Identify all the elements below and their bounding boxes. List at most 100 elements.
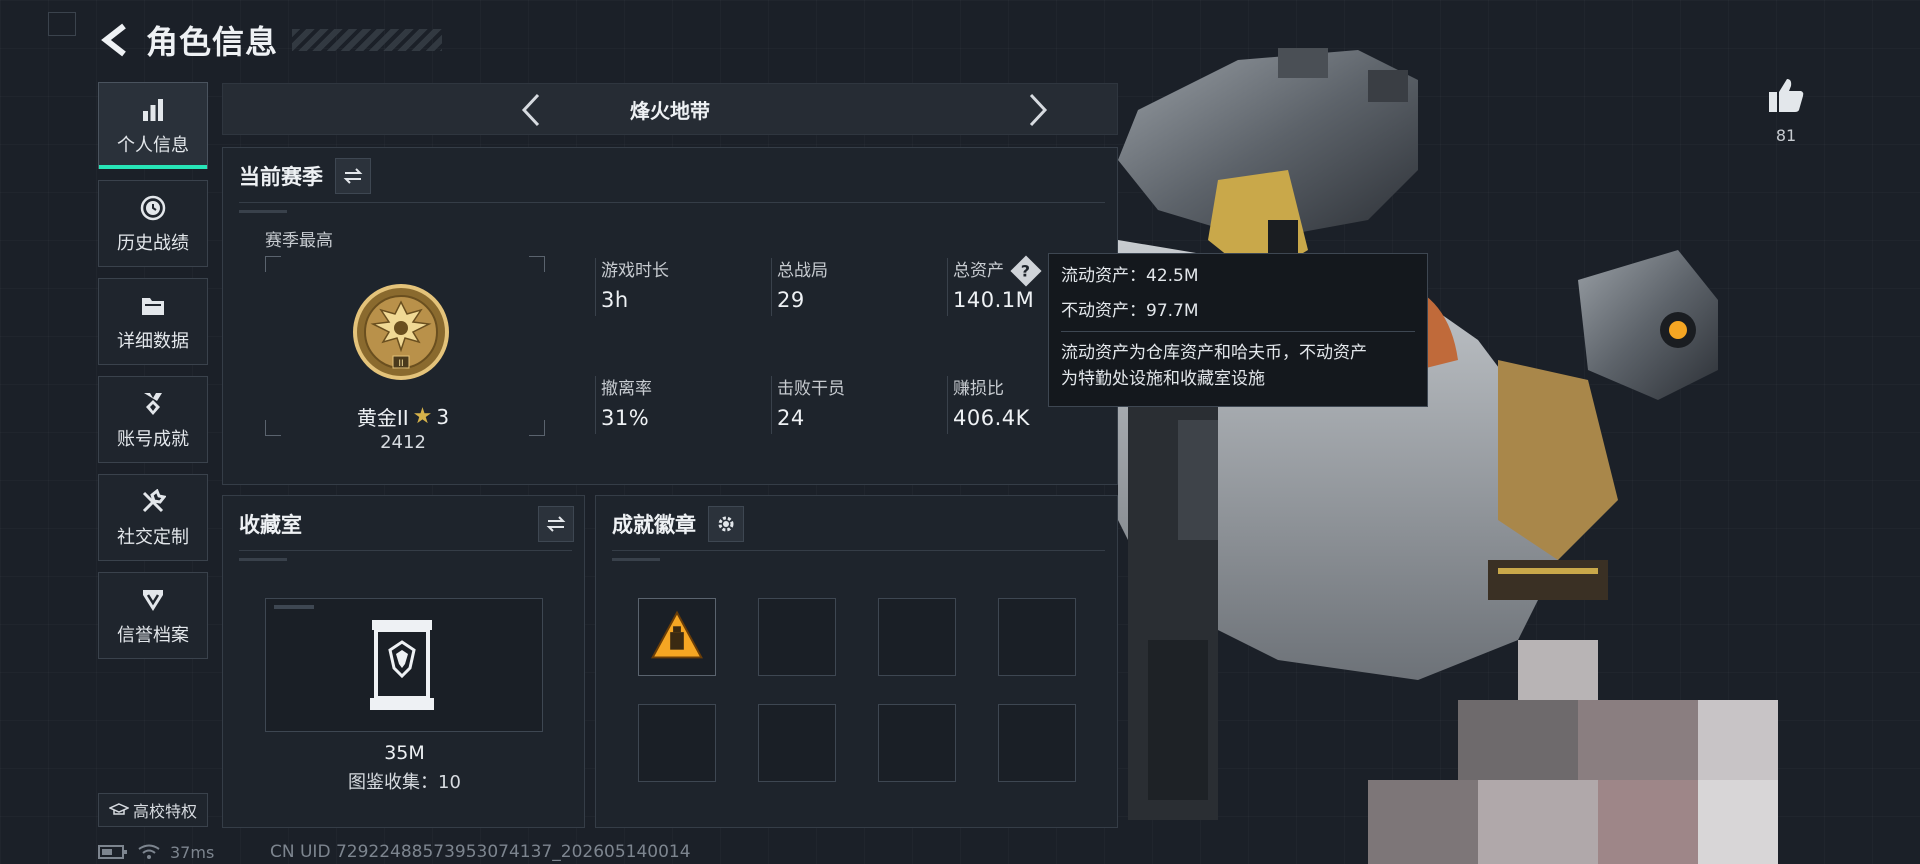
badge-slot-5[interactable] — [638, 704, 716, 782]
badge-slot-2[interactable] — [758, 598, 836, 676]
badge-slot-8[interactable] — [998, 704, 1076, 782]
sidebar-item-detailed-data[interactable]: 详细数据 — [98, 278, 208, 365]
sidebar-item-match-history[interactable]: 历史战绩 — [98, 180, 208, 267]
badge-slot-3[interactable] — [878, 598, 956, 676]
sidebar-item-social-custom[interactable]: 社交定制 — [98, 474, 208, 561]
network-status: 37ms — [98, 842, 214, 862]
folder-icon — [138, 291, 168, 321]
page-title: 角色信息 — [146, 23, 279, 61]
stat-play-time: 游戏时长 3h — [595, 256, 761, 316]
sidebar-item-achievements[interactable]: 账号成就 — [98, 376, 208, 463]
svg-text:II: II — [398, 359, 403, 369]
rank-label: 赛季最高 — [265, 231, 333, 251]
tooltip-description-line2: 为特勤处设施和收藏室设施 — [1061, 369, 1265, 389]
chevron-right-icon — [1029, 93, 1048, 127]
swap-icon — [343, 168, 363, 184]
gear-icon — [718, 516, 734, 532]
rank-name-row: 黄金II ★ 3 — [323, 402, 483, 431]
collection-switch-button[interactable] — [538, 506, 574, 542]
operator-model[interactable] — [1118, 40, 1798, 864]
divider — [612, 550, 1105, 551]
divider — [239, 550, 572, 551]
sidebar-item-credit-file[interactable]: 信誉档案 — [98, 572, 208, 659]
mode-next-button[interactable] — [1020, 92, 1056, 128]
corner-decoration — [48, 12, 76, 36]
achievements-title: 成就徽章 — [612, 513, 696, 537]
badge-slot-1[interactable] — [638, 598, 716, 676]
badge-slot-6[interactable] — [758, 704, 836, 782]
stat-extraction-rate: 撤离率 31% — [595, 374, 761, 434]
mode-title: 烽火地带 — [630, 98, 710, 123]
mode-prev-button[interactable] — [513, 92, 549, 128]
sidebar: 个人信息 历史战绩 详细数据 账号成就 社交定制 信誉档案 — [98, 82, 208, 670]
stat-value: 406.4K — [953, 406, 1030, 430]
divider-tick — [239, 210, 287, 213]
stat-label: 游戏时长 — [601, 261, 669, 281]
collection-room-panel[interactable]: 收藏室 35M 图鉴收集：10 — [222, 495, 585, 828]
stat-label: 总战局 — [777, 261, 828, 281]
collection-title: 收藏室 — [239, 513, 302, 537]
achievements-settings-button[interactable] — [708, 506, 744, 542]
back-arrow-icon — [101, 23, 126, 57]
season-switch-button[interactable] — [335, 158, 371, 194]
sidebar-item-label: 详细数据 — [117, 330, 189, 352]
star-icon: ★ — [412, 404, 433, 429]
sidebar-item-label: 个人信息 — [117, 134, 189, 156]
collection-count: 图鉴收集：10 — [348, 772, 461, 793]
stat-value: 31% — [601, 406, 650, 430]
current-season-title: 当前赛季 — [239, 165, 323, 189]
tooltip-fixed-assets: 不动资产：97.7M — [1061, 301, 1199, 321]
sidebar-item-personal-info[interactable]: 个人信息 — [98, 82, 208, 169]
sidebar-item-label: 社交定制 — [117, 526, 189, 548]
stat-total-matches: 总战局 29 — [771, 256, 937, 316]
medal-icon — [138, 389, 168, 419]
mode-selector: 烽火地带 — [222, 83, 1118, 135]
tooltip-description-line1: 流动资产为仓库资产和哈夫币，不动资产 — [1061, 343, 1367, 363]
stat-operators-defeated: 击败干员 24 — [771, 374, 937, 434]
rank-name: 黄金II — [356, 406, 409, 430]
divider — [239, 202, 1105, 203]
gold-rank-badge-icon: II — [353, 284, 449, 380]
school-privilege-label: 高校特权 — [132, 802, 197, 821]
graduation-cap-icon — [108, 803, 129, 815]
title-decoration — [292, 29, 443, 51]
stat-label: 撤离率 — [601, 379, 652, 399]
battery-icon — [98, 845, 127, 859]
swap-icon — [546, 516, 566, 532]
current-season-panel: 当前赛季 赛季最高 II 黄金II ★ 3 2412 游戏时长 3h 总战局 2… — [222, 147, 1118, 485]
sidebar-item-label: 历史战绩 — [117, 232, 189, 254]
clock-icon — [138, 193, 168, 223]
stat-value: 3h — [601, 288, 629, 312]
stat-value: 24 — [777, 406, 805, 430]
badge-slot-4[interactable] — [998, 598, 1076, 676]
sidebar-item-label: 账号成就 — [117, 428, 189, 450]
divider-tick — [612, 558, 660, 561]
stat-label: 总资产 — [953, 261, 1004, 281]
chevron-left-icon — [521, 93, 540, 127]
player-uid: CN UID 7292248857395307413​7_20260514001… — [270, 842, 691, 862]
wrench-icon — [138, 487, 168, 517]
operator-illustration — [1118, 48, 1778, 864]
collection-value: 35M — [384, 742, 425, 764]
warning-badge-icon — [651, 610, 703, 659]
rank-stars: 3 — [436, 404, 450, 429]
bar-chart-icon — [138, 95, 168, 125]
stat-label: 击败干员 — [777, 379, 845, 399]
back-button[interactable] — [96, 20, 134, 60]
stat-value: 29 — [777, 288, 805, 312]
display-case-icon — [370, 620, 434, 710]
help-icon[interactable]: ? — [1010, 255, 1042, 287]
tooltip-divider — [1061, 331, 1415, 332]
divider-tick — [239, 558, 287, 561]
like-count: 81 — [1775, 126, 1797, 145]
thumbs-up-icon — [1769, 79, 1804, 112]
total-assets-tooltip: 流动资产：42.5M 不动资产：97.7M 流动资产为仓库资产和哈夫币，不动资产… — [1048, 253, 1428, 407]
school-privilege-button[interactable]: 高校特权 — [98, 793, 208, 827]
ping-value: 37ms — [170, 842, 215, 862]
like-button[interactable]: 81 — [1764, 76, 1808, 145]
page-header: 角色信息 — [96, 18, 443, 62]
rank-points: 2412 — [380, 432, 426, 453]
badge-slot-7[interactable] — [878, 704, 956, 782]
shield-icon — [138, 585, 168, 615]
tooltip-liquid-assets: 流动资产：42.5M — [1061, 266, 1199, 286]
